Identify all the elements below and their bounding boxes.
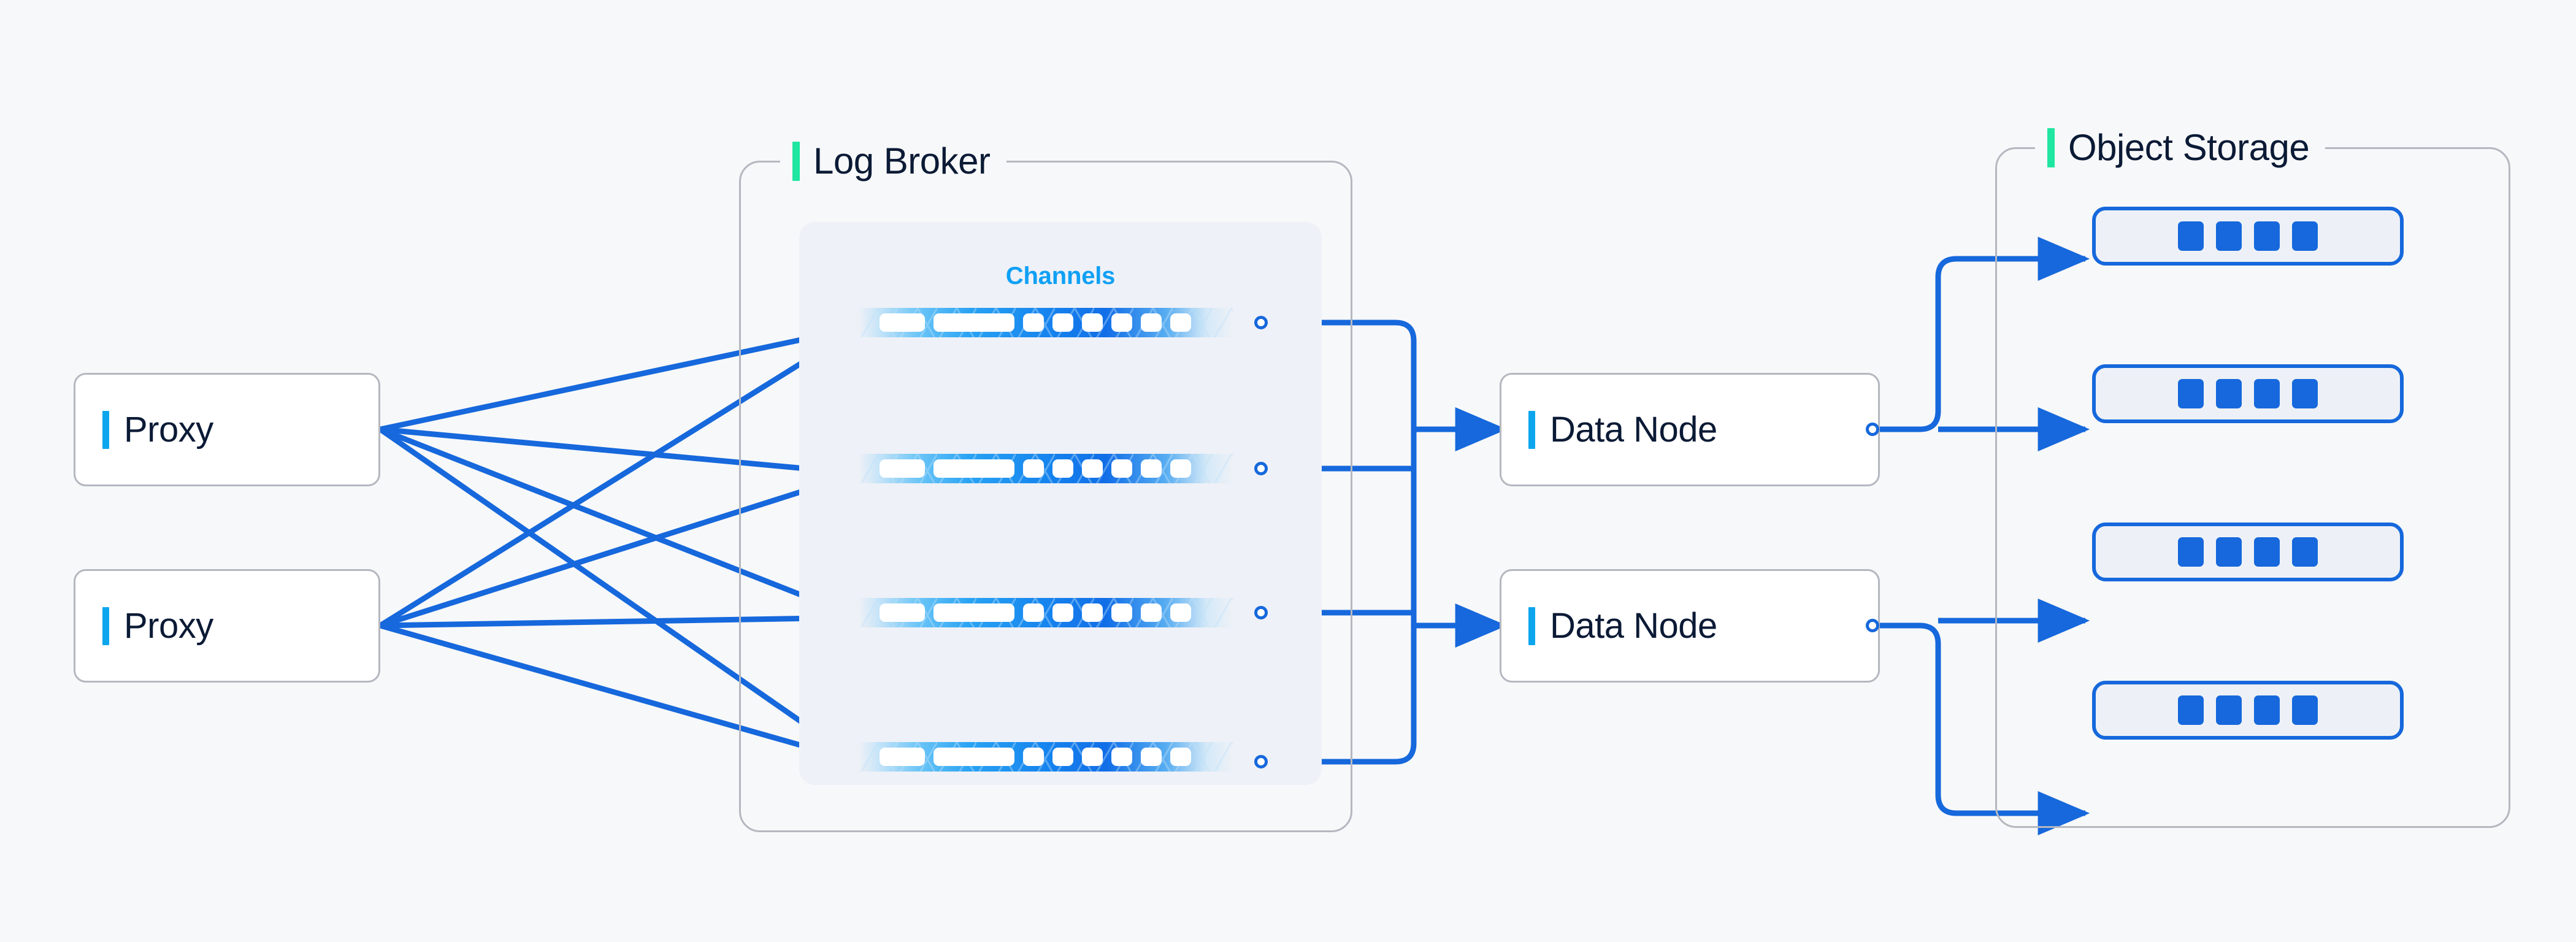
channel-slot <box>1170 313 1191 332</box>
channel-slot <box>880 459 925 478</box>
channel-slot-row <box>859 598 1233 627</box>
node-label-proxy-2: Proxy <box>124 605 213 646</box>
wire-bus-to-data-nodes <box>1414 407 1508 648</box>
node-label-data-node-2: Data Node <box>1550 605 1717 646</box>
storage-unit-icon <box>2292 695 2318 725</box>
channel-slot <box>1052 748 1073 766</box>
channel-slot <box>1141 459 1162 478</box>
storage-box-4[interactable] <box>2092 681 2404 740</box>
accent-bar-icon <box>792 142 800 181</box>
channel-bar[interactable] <box>859 308 1233 337</box>
channel-slot-row <box>859 454 1233 483</box>
channel-slot <box>1082 603 1103 622</box>
channel-bar[interactable] <box>859 454 1233 483</box>
node-box-proxy-1[interactable]: Proxy <box>74 373 380 486</box>
storage-box-1[interactable] <box>2092 207 2404 266</box>
channel-slot <box>1023 313 1044 332</box>
channel-slot <box>1141 603 1162 622</box>
channel-slot <box>933 459 1014 478</box>
storage-unit-icon <box>2292 537 2318 567</box>
node-box-data-node-1[interactable]: Data Node <box>1500 373 1880 486</box>
storage-box-3[interactable] <box>2092 523 2404 581</box>
channel-slot <box>1111 748 1132 766</box>
channel-slot <box>933 313 1014 332</box>
channel-slot <box>933 603 1014 622</box>
channel-slot <box>1170 459 1191 478</box>
storage-unit-icon <box>2254 221 2280 251</box>
data-node-port-circle[interactable] <box>1866 423 1879 436</box>
channel-port-circle[interactable] <box>1254 755 1268 768</box>
storage-unit-icon <box>2292 221 2318 251</box>
channels-panel-title: Channels <box>1005 262 1116 289</box>
group-title-log-broker: Log Broker <box>813 140 991 182</box>
diagram-canvas: Log Broker Channels Proxy Proxy Data Nod… <box>0 0 2576 942</box>
channel-slot-row <box>859 742 1233 772</box>
channel-slot <box>1111 603 1132 622</box>
channel-slot <box>933 748 1014 766</box>
storage-unit-icon <box>2216 695 2242 725</box>
storage-unit-icon <box>2178 537 2204 567</box>
channel-port-circle[interactable] <box>1254 606 1268 619</box>
channel-slot <box>1023 748 1044 766</box>
channel-slot <box>1170 603 1191 622</box>
node-label-proxy-1: Proxy <box>124 409 213 450</box>
node-box-proxy-2[interactable]: Proxy <box>74 569 380 683</box>
channels-panel <box>799 222 1322 785</box>
channel-port-circle[interactable] <box>1254 462 1268 475</box>
group-legend-object-storage: Object Storage <box>2035 127 2326 168</box>
channel-slot <box>1082 459 1103 478</box>
channel-slot <box>1052 313 1073 332</box>
storage-unit-icon <box>2216 537 2242 567</box>
group-legend-log-broker: Log Broker <box>780 141 1006 182</box>
storage-unit-icon <box>2178 221 2204 251</box>
channel-slot <box>1052 603 1073 622</box>
storage-unit-icon <box>2254 537 2280 567</box>
accent-bar-icon <box>102 410 109 449</box>
node-box-data-node-2[interactable]: Data Node <box>1500 569 1880 683</box>
channel-port-circle[interactable] <box>1254 316 1268 329</box>
channel-bar[interactable] <box>859 598 1233 627</box>
channel-slot <box>1141 313 1162 332</box>
channel-slot <box>1170 748 1191 766</box>
accent-bar-icon <box>2047 128 2055 167</box>
node-label-data-node-1: Data Node <box>1550 409 1717 450</box>
storage-box-2[interactable] <box>2092 364 2404 423</box>
storage-unit-icon <box>2178 695 2204 725</box>
accent-bar-icon <box>1528 607 1535 645</box>
accent-bar-icon <box>102 607 109 645</box>
channel-slot <box>1052 459 1073 478</box>
channel-slot <box>880 313 925 332</box>
channel-slot <box>1111 313 1132 332</box>
storage-unit-icon <box>2292 379 2318 408</box>
data-node-port-circle[interactable] <box>1866 619 1879 632</box>
storage-unit-icon <box>2254 695 2280 725</box>
channel-slot <box>880 603 925 622</box>
channel-slot <box>1111 459 1132 478</box>
channel-slot <box>1023 459 1044 478</box>
storage-unit-icon <box>2254 379 2280 408</box>
channel-slot <box>1023 603 1044 622</box>
channel-slot <box>1141 748 1162 766</box>
accent-bar-icon <box>1528 410 1535 449</box>
channel-slot-row <box>859 308 1233 337</box>
channel-bar[interactable] <box>859 742 1233 772</box>
channel-slot <box>1082 313 1103 332</box>
storage-unit-icon <box>2216 221 2242 251</box>
storage-unit-icon <box>2216 379 2242 408</box>
storage-unit-icon <box>2178 379 2204 408</box>
group-title-object-storage: Object Storage <box>2068 127 2310 168</box>
channel-slot <box>1082 748 1103 766</box>
channel-slot <box>880 748 925 766</box>
